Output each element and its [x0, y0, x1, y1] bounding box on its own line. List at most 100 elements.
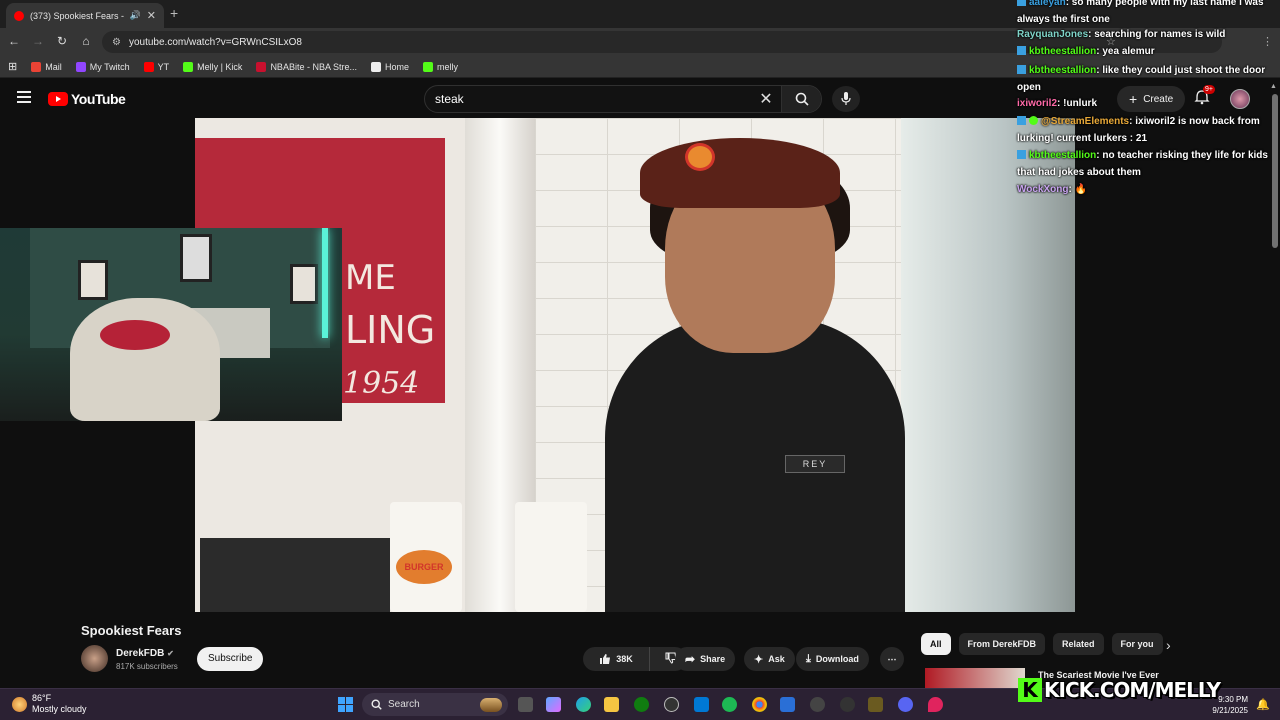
chip-all[interactable]: All — [921, 633, 951, 655]
copilot-icon[interactable] — [546, 697, 561, 712]
task-view-icon[interactable] — [518, 697, 533, 712]
bookmark-nbabite[interactable]: NBABite - NBA Stre... — [256, 61, 357, 72]
apps-grid-icon[interactable]: ⊞ — [8, 60, 17, 73]
chat-username: aaleyah — [1029, 0, 1066, 8]
subscribe-button[interactable]: Subscribe — [197, 647, 264, 671]
bookmark-home[interactable]: Home — [370, 61, 409, 72]
youtube-favicon-icon — [14, 10, 24, 21]
chat-message: RayquanJones: searching for names is wil… — [1017, 26, 1275, 43]
search-button[interactable] — [781, 86, 821, 112]
download-button[interactable]: ⤓ Download — [796, 647, 869, 671]
search-icon — [795, 92, 809, 106]
youtube-logo[interactable]: YouTube — [48, 91, 126, 107]
chat-text: : 🔥 — [1068, 184, 1088, 195]
search-icon — [371, 699, 382, 710]
site-info-icon[interactable]: ⚙ — [112, 37, 121, 48]
kick-icon — [183, 61, 194, 72]
chrome-icon[interactable] — [752, 697, 767, 712]
chat-message: aaleyah: so many people with my last nam… — [1017, 0, 1275, 28]
audio-playing-icon[interactable]: 🔊 — [130, 10, 141, 21]
notifications-tray-icon[interactable]: 🔔 — [1256, 698, 1270, 711]
bookmark-melly-kick[interactable]: Melly | Kick — [183, 61, 242, 72]
sidebar-filter-chips: All From DerekFDB Related For you — [921, 633, 1163, 655]
spotify-icon[interactable] — [722, 697, 737, 712]
chat-message: WockXong: 🔥 — [1017, 181, 1275, 198]
related-video-thumbnail[interactable] — [925, 668, 1025, 688]
menu-icon[interactable] — [17, 91, 31, 103]
back-icon[interactable]: ← — [6, 34, 22, 48]
voice-search-button[interactable] — [832, 86, 860, 112]
chat-message: ixiworil2: !unlurk — [1017, 95, 1275, 112]
address-url: youtube.com/watch?v=GRWnCSILxO8 — [128, 36, 302, 48]
chat-text: : searching for names is wild — [1088, 29, 1226, 40]
browser-tab[interactable]: (373) Spookiest Fears - You 🔊 ✕ — [6, 3, 164, 28]
search-input[interactable]: steak — [425, 92, 751, 106]
like-dislike-group: 38K — [583, 647, 687, 671]
streamer-webcam — [0, 228, 342, 421]
video-cup-2 — [515, 502, 587, 612]
photos-icon[interactable] — [780, 697, 795, 712]
channel-name[interactable]: DerekFDB ✔ — [116, 648, 174, 659]
sign-text-1: ME — [345, 258, 396, 298]
forward-icon[interactable]: → — [30, 34, 46, 48]
kick-url-text: KICK.COM/MELLY — [1044, 678, 1221, 702]
video-register — [200, 538, 390, 612]
video-title: Spookiest Fears — [81, 623, 182, 638]
stream-chat-overlay: aaleyah: so many people with my last nam… — [1015, 0, 1277, 200]
reload-icon[interactable]: ↻ — [54, 34, 70, 48]
webcam-streamer-hat — [100, 320, 170, 350]
kick-icon — [422, 61, 433, 72]
share-icon: ➦ — [685, 652, 696, 666]
obs-icon[interactable] — [840, 697, 855, 712]
bookmark-melly[interactable]: melly — [422, 61, 458, 72]
twitch-icon — [75, 61, 86, 72]
share-button[interactable]: ➦ Share — [675, 647, 736, 671]
more-actions-button[interactable]: ⋯ — [880, 647, 904, 671]
windows-start-icon[interactable] — [338, 697, 353, 712]
file-explorer-icon[interactable] — [604, 697, 619, 712]
sign-text-2: LING — [345, 308, 436, 352]
chat-username: ixiworil2 — [1017, 98, 1058, 109]
gmail-icon — [31, 61, 42, 72]
search-box[interactable]: steak ✕ — [424, 85, 822, 113]
chat-username: RayquanJones — [1017, 29, 1089, 40]
store-icon[interactable] — [694, 697, 709, 712]
channel-avatar[interactable] — [81, 645, 108, 672]
xbox-icon[interactable] — [634, 697, 649, 712]
steam-icon[interactable] — [664, 697, 679, 712]
chevron-right-icon[interactable]: › — [1166, 637, 1171, 653]
chat-message: kbtheestallion: no teacher risking they … — [1017, 147, 1275, 181]
chat-text: : !unlurk — [1057, 98, 1098, 109]
chip-for-you[interactable]: For you — [1111, 633, 1163, 655]
bookmark-yt[interactable]: YT — [143, 61, 169, 72]
youtube-icon — [143, 61, 154, 72]
tab-title: (373) Spookiest Fears - You — [30, 10, 124, 21]
weather-widget[interactable]: 86°F Mostly cloudy — [12, 693, 87, 715]
ask-button[interactable]: ✦ Ask — [744, 647, 795, 671]
weather-desc: Mostly cloudy — [32, 704, 87, 714]
media-player-icon[interactable] — [810, 697, 825, 712]
bookmark-my-twitch[interactable]: My Twitch — [75, 61, 130, 72]
verified-icon: ✔ — [167, 649, 174, 658]
clear-search-icon[interactable]: ✕ — [751, 89, 781, 109]
like-button[interactable]: 38K — [583, 647, 650, 671]
chip-related[interactable]: Related — [1053, 633, 1104, 655]
app-icon[interactable] — [868, 697, 883, 712]
scroll-up-arrow-icon[interactable]: ▲ — [1270, 83, 1277, 90]
discord-icon[interactable] — [898, 697, 913, 712]
close-tab-icon[interactable]: ✕ — [147, 9, 156, 22]
video-person-visor — [640, 138, 840, 208]
burger-king-logo-icon — [685, 143, 715, 171]
taskbar-search[interactable]: Search — [362, 693, 508, 716]
maps-pin-icon[interactable] — [928, 697, 943, 712]
bookmark-mail[interactable]: Mail — [31, 61, 62, 72]
new-tab-icon[interactable]: + — [170, 5, 178, 21]
page-scrollbar[interactable] — [1272, 94, 1278, 248]
home-icon[interactable]: ⌂ — [78, 34, 94, 48]
like-count: 38K — [616, 654, 633, 664]
chip-from-channel[interactable]: From DerekFDB — [958, 633, 1046, 655]
edge-icon[interactable] — [576, 697, 591, 712]
video-nametag: REY — [785, 455, 845, 473]
youtube-play-icon — [48, 92, 68, 106]
nba-icon — [256, 61, 267, 72]
